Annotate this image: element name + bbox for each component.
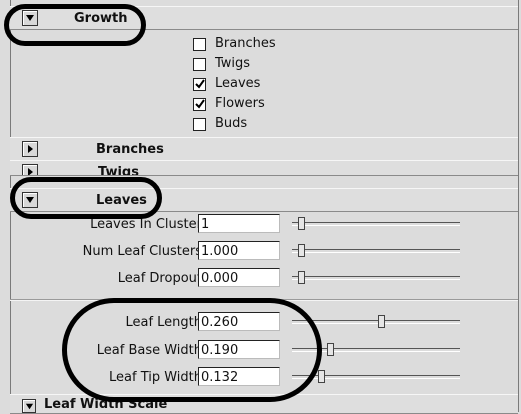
checkbox-leaves[interactable]	[193, 78, 206, 91]
attribute-editor-panel: Growth Branches Twigs Leaves Flowers Bud…	[0, 0, 521, 414]
checkbox-buds[interactable]	[193, 118, 206, 131]
slider-handle[interactable]	[298, 217, 305, 230]
checkbox-label: Twigs	[215, 56, 251, 71]
checkmark-icon	[195, 99, 205, 109]
section-title-twigs: Twigs	[98, 165, 139, 176]
slider-handle[interactable]	[378, 315, 386, 328]
expand-arrow-icon[interactable]	[22, 164, 38, 175]
section-header-branches[interactable]: Branches	[10, 137, 518, 161]
annotation-ring-growth	[4, 4, 146, 46]
slider-track	[292, 276, 460, 280]
collapse-arrow-icon[interactable]	[22, 399, 36, 413]
section-title-branches: Branches	[96, 142, 164, 157]
annotation-ring-leaves	[10, 177, 162, 219]
attr-row-num-leaf-clusters: Num Leaf Clusters 1.000	[10, 241, 518, 263]
checkbox-flowers[interactable]	[193, 98, 206, 111]
value-field[interactable]: 1	[198, 214, 280, 233]
value-slider[interactable]	[290, 241, 460, 261]
slider-track	[292, 320, 460, 324]
checkmark-icon	[195, 79, 205, 89]
checkbox-branches[interactable]	[193, 38, 206, 51]
value-slider[interactable]	[290, 214, 460, 234]
checkbox-label: Branches	[215, 36, 276, 51]
attr-label: Num Leaf Clusters	[82, 244, 202, 259]
slider-track	[292, 249, 460, 253]
value-slider[interactable]	[290, 268, 460, 288]
checkbox-twigs[interactable]	[193, 58, 206, 71]
attr-label: Leaves In Cluster	[90, 217, 202, 232]
section-header-twigs[interactable]: Twigs	[10, 160, 518, 176]
slider-handle[interactable]	[327, 343, 335, 356]
expand-arrow-icon[interactable]	[22, 141, 38, 157]
slider-handle[interactable]	[298, 244, 305, 257]
checkbox-label: Buds	[215, 116, 248, 131]
value-field[interactable]: 1.000	[198, 241, 280, 260]
attr-label: Leaf Dropout	[117, 271, 202, 286]
slider-handle[interactable]	[298, 271, 305, 284]
slider-handle[interactable]	[318, 370, 326, 383]
slider-track	[292, 222, 460, 226]
attr-row-leaf-dropout: Leaf Dropout 0.000	[10, 268, 518, 290]
value-field[interactable]: 0.000	[198, 268, 280, 287]
checkbox-label: Flowers	[215, 96, 265, 111]
annotation-ring-leaf-shape	[62, 298, 322, 402]
checkbox-label: Leaves	[215, 76, 261, 91]
panel-right-edge	[518, 0, 519, 412]
